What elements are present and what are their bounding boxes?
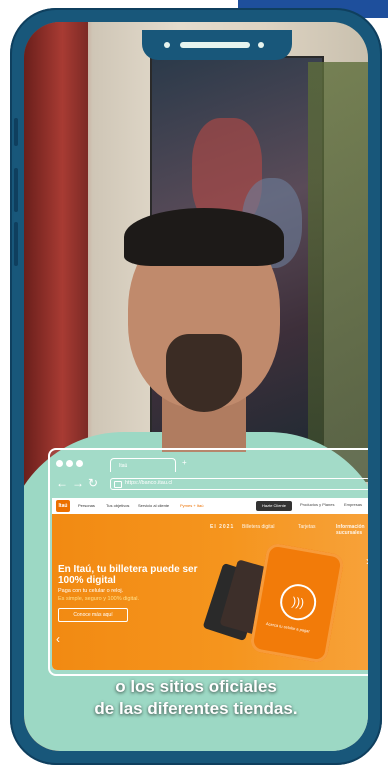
phone-frame: Itaú + ← → ↻ https://banco.itau.cl Itaú …: [10, 8, 382, 765]
conoce-mas-button[interactable]: Conoce más aquí: [58, 608, 128, 622]
top-link[interactable]: Productos y Planes: [300, 502, 334, 507]
side-button: [14, 118, 18, 146]
top-link[interactable]: Empresas: [344, 502, 362, 507]
side-button: [14, 222, 18, 266]
itau-logo[interactable]: Itaú: [56, 500, 70, 512]
arrow-right-icon[interactable]: →: [72, 476, 84, 490]
browser-navbar: ← → ↻ https://banco.itau.cl: [54, 476, 368, 492]
strip-item[interactable]: Tarjetas: [298, 524, 316, 530]
side-button: [14, 168, 18, 212]
lock-icon: [114, 481, 122, 488]
menu-item[interactable]: Pymes + Itaú: [180, 503, 203, 508]
url-text: https://banco.itau.cl: [125, 480, 173, 486]
menu-item[interactable]: Personas: [78, 503, 95, 508]
camera-dot: [164, 42, 170, 48]
hero-subtitle-2: Es simple, seguro y 100% digital.: [58, 596, 140, 602]
hero-title: En Itaú, tu billetera puede ser 100% dig…: [58, 564, 198, 586]
phone-notch: [142, 30, 292, 60]
strip-item[interactable]: Billetera digital: [242, 524, 275, 530]
chevron-right-icon[interactable]: ›: [366, 554, 368, 568]
website-content: Itaú Personas Tus objetivos Servicio al …: [52, 498, 368, 670]
hazte-cliente-button[interactable]: Hazte Cliente: [256, 501, 292, 511]
window-dot-icon[interactable]: [56, 460, 63, 467]
contactless-icon: ))): [277, 581, 320, 624]
arrow-left-icon[interactable]: ←: [56, 476, 68, 490]
video-caption: o los sitios oficiales de las diferentes…: [24, 676, 368, 720]
menu-item[interactable]: Tus objetivos: [106, 503, 129, 508]
phone-illustration: ))) Acerca tu celular a pagar: [249, 542, 345, 664]
sensor-dot: [258, 42, 264, 48]
chevron-left-icon[interactable]: ‹: [56, 632, 60, 646]
caption-line-2: de las diferentes tiendas.: [94, 699, 298, 718]
browser-window: Itaú + ← → ↻ https://banco.itau.cl Itaú …: [48, 448, 368, 676]
plant: [308, 62, 368, 482]
strip-item[interactable]: El 2021: [210, 524, 234, 530]
window-dot-icon[interactable]: [66, 460, 73, 467]
person-beard: [166, 334, 242, 412]
hero-strip: El 2021 Billetera digital Tarjetas Infor…: [202, 524, 368, 538]
phone-screen: Itaú + ← → ↻ https://banco.itau.cl Itaú …: [24, 22, 368, 751]
strip-item[interactable]: Información sucursales: [336, 524, 368, 536]
menu-item[interactable]: Servicio al cliente: [138, 503, 169, 508]
browser-tab[interactable]: Itaú: [110, 458, 176, 472]
site-header: Itaú Personas Tus objetivos Servicio al …: [52, 498, 368, 515]
browser-titlebar: Itaú +: [54, 456, 368, 476]
hero-banner: El 2021 Billetera digital Tarjetas Infor…: [52, 514, 368, 670]
address-bar[interactable]: https://banco.itau.cl: [110, 478, 368, 490]
caption-line-1: o los sitios oficiales: [115, 677, 277, 696]
window-dot-icon[interactable]: [76, 460, 83, 467]
reload-icon[interactable]: ↻: [88, 476, 98, 490]
speaker-bar: [180, 42, 250, 48]
phone-caption: Acerca tu celular a pagar: [265, 620, 311, 634]
person-hair: [124, 208, 284, 266]
hero-subtitle: Paga con tu celular o reloj.: [58, 588, 124, 594]
new-tab-icon[interactable]: +: [182, 458, 187, 467]
